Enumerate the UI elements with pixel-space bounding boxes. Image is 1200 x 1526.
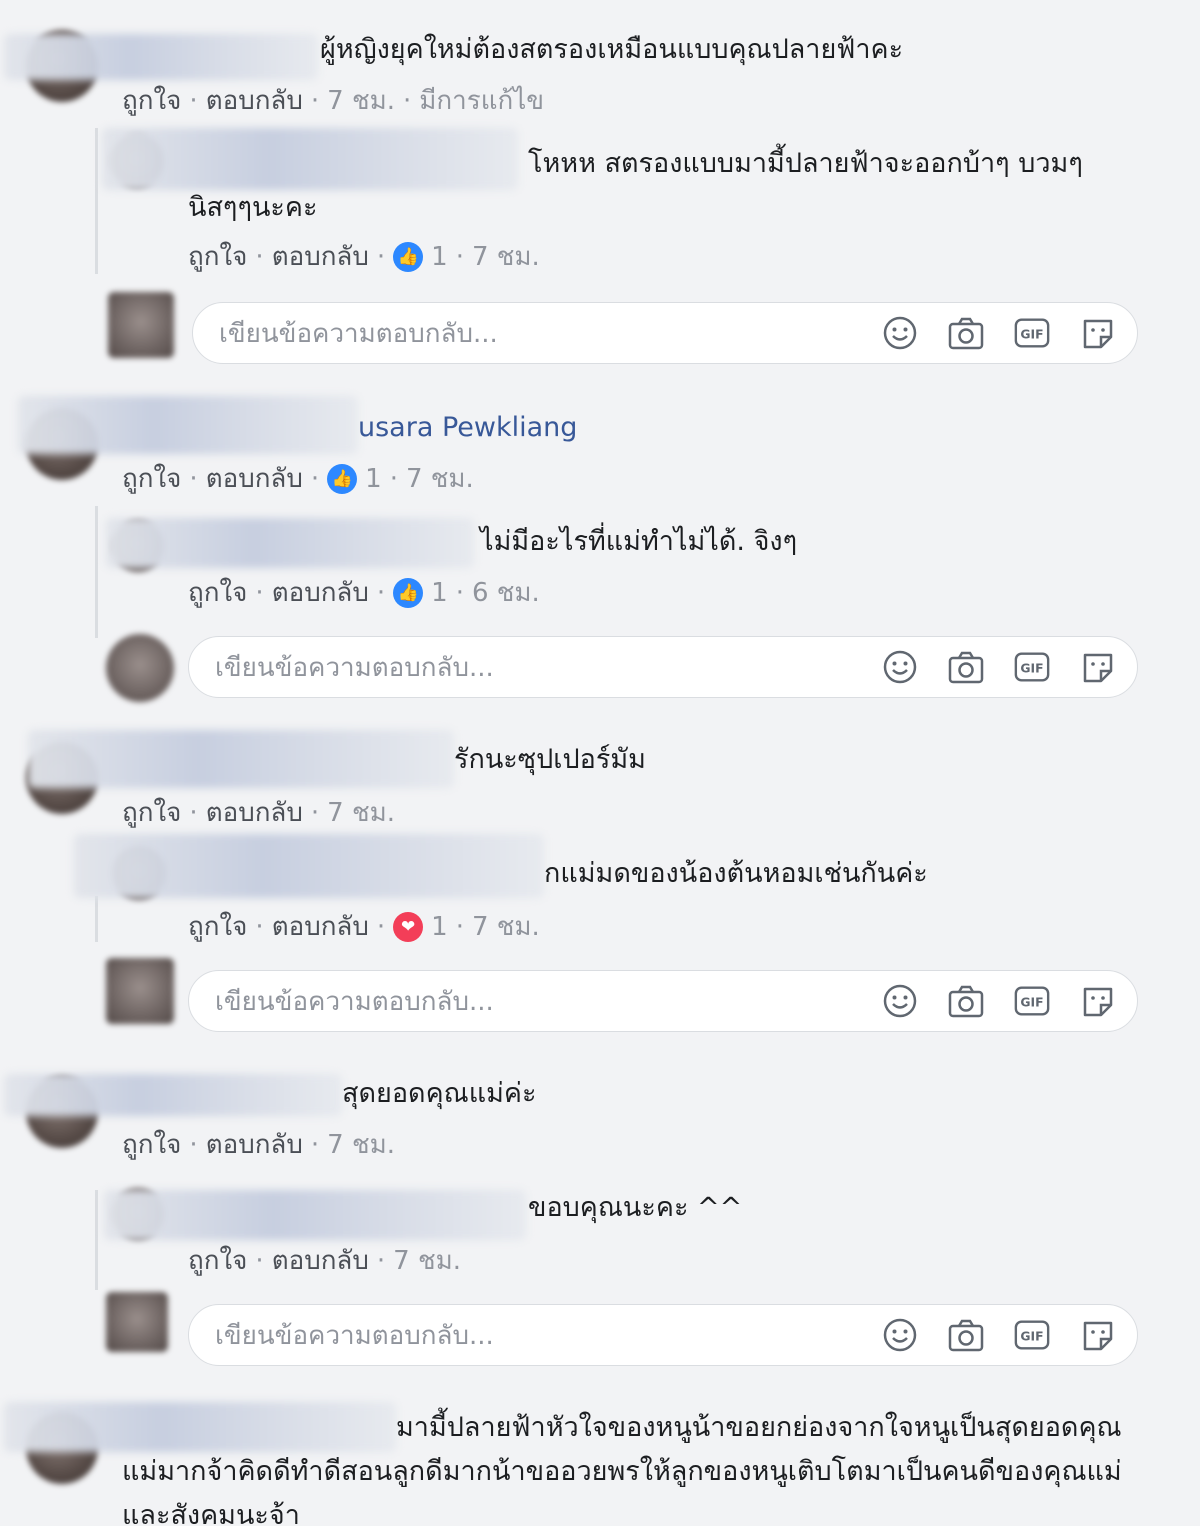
comment-text: สุดยอดคุณแม่ค่ะ — [342, 1078, 537, 1109]
comment-actions: ถูกใจ · ตอบกลับ · 👍 1 · 7 ชม. — [122, 458, 474, 499]
reply-placeholder: เขียนข้อความตอบกลับ... — [215, 652, 494, 683]
reply-link[interactable]: ตอบกลับ — [206, 792, 303, 833]
reply-placeholder: เขียนข้อความตอบกลับ... — [219, 318, 498, 349]
like-link[interactable]: ถูกใจ — [188, 1240, 247, 1281]
timestamp[interactable]: 7 ชม. — [472, 236, 540, 277]
like-link[interactable]: ถูกใจ — [122, 792, 181, 833]
sticker-icon[interactable] — [1079, 314, 1117, 352]
reply-link[interactable]: ตอบกลับ — [272, 236, 369, 277]
timestamp[interactable]: 7 ชม. — [472, 906, 540, 947]
like-link[interactable]: ถูกใจ — [188, 572, 247, 613]
author-name-redacted[interactable] — [104, 1190, 526, 1240]
comment-actions: ถูกใจ · ตอบกลับ · 7 ชม. · มีการแก้ไข — [122, 80, 544, 121]
comment-actions: ถูกใจ · ตอบกลับ · 👍 1 · 6 ชม. — [188, 572, 540, 613]
reply-input[interactable]: เขียนข้อความตอบกลับ... GIF — [192, 302, 1138, 364]
reply-link[interactable]: ตอบกลับ — [272, 1240, 369, 1281]
reply-placeholder: เขียนข้อความตอบกลับ... — [215, 986, 494, 1017]
current-user-avatar — [108, 292, 174, 358]
like-link[interactable]: ถูกใจ — [122, 458, 181, 499]
comment-text: usara Pewkliang — [358, 406, 577, 450]
author-name-redacted[interactable] — [4, 1074, 342, 1116]
thread-line — [95, 1190, 98, 1290]
author-name-redacted[interactable] — [74, 834, 544, 898]
comment-actions: ถูกใจ · ตอบกลับ · 7 ชม. — [122, 792, 395, 833]
like-reaction-icon[interactable]: 👍 — [393, 241, 424, 272]
thread-line — [95, 128, 98, 274]
emoji-icon[interactable] — [881, 648, 919, 686]
author-name-redacted[interactable] — [4, 34, 318, 80]
thread-line — [95, 896, 98, 942]
reaction-count[interactable]: 1 — [431, 242, 448, 272]
current-user-avatar — [106, 958, 174, 1024]
svg-text:GIF: GIF — [1020, 328, 1043, 342]
gif-icon[interactable]: GIF — [1013, 648, 1051, 686]
like-reaction-icon[interactable]: 👍 — [327, 463, 358, 494]
heart-reaction-icon[interactable]: ❤ — [393, 911, 424, 942]
emoji-icon[interactable] — [881, 1316, 919, 1354]
reply-link[interactable]: ตอบกลับ — [206, 458, 303, 499]
camera-icon[interactable] — [947, 1316, 985, 1354]
sticker-icon[interactable] — [1079, 648, 1117, 686]
svg-text:GIF: GIF — [1020, 1330, 1043, 1344]
reaction-count[interactable]: 1 — [365, 464, 382, 494]
sticker-icon[interactable] — [1079, 1316, 1117, 1354]
comment-actions: ถูกใจ · ตอบกลับ · 7 ชม. — [122, 1124, 395, 1165]
comment-actions: ถูกใจ · ตอบกลับ · 7 ชม. — [188, 1240, 461, 1281]
current-user-avatar — [106, 1292, 168, 1352]
comment-text: รักนะซุปเปอร์มัม — [454, 744, 646, 775]
edited-label[interactable]: มีการแก้ไข — [419, 80, 544, 121]
author-name-redacted[interactable] — [18, 396, 358, 454]
svg-text:GIF: GIF — [1020, 662, 1043, 676]
timestamp[interactable]: 7 ชม. — [406, 458, 474, 499]
gif-icon[interactable]: GIF — [1013, 314, 1051, 352]
author-name-redacted[interactable] — [28, 730, 454, 788]
timestamp[interactable]: 7 ชม. — [393, 1240, 461, 1281]
reply-link[interactable]: ตอบกลับ — [206, 1124, 303, 1165]
timestamp[interactable]: 6 ชม. — [472, 572, 540, 613]
like-link[interactable]: ถูกใจ — [188, 236, 247, 277]
reply-link[interactable]: ตอบกลับ — [206, 80, 303, 121]
comment-text: กแม่มดของน้องต้นหอมเช่นกันค่ะ — [544, 858, 928, 889]
comment-actions: ถูกใจ · ตอบกลับ · 👍 1 · 7 ชม. — [188, 236, 540, 277]
emoji-icon[interactable] — [881, 982, 919, 1020]
tagged-user-link[interactable]: usara Pewkliang — [358, 412, 577, 443]
like-link[interactable]: ถูกใจ — [122, 1124, 181, 1165]
camera-icon[interactable] — [947, 314, 985, 352]
sticker-icon[interactable] — [1079, 982, 1117, 1020]
comment-text: มามี้ปลายฟ้าหัวใจของหนูน้าขอยกย่องจากใจห… — [122, 1412, 1122, 1526]
comment-text: โหหห สตรองแบบมามี้ปลายฟ้าจะออกบ้าๆ บวมๆน… — [188, 148, 1083, 223]
camera-icon[interactable] — [947, 982, 985, 1020]
current-user-avatar — [106, 634, 174, 702]
reaction-count[interactable]: 1 — [431, 578, 448, 608]
timestamp[interactable]: 7 ชม. — [327, 792, 395, 833]
comment-text: ไม่มีอะไรที่แม่ทำไม่ได้. จิงๆ — [480, 526, 798, 557]
reply-link[interactable]: ตอบกลับ — [272, 572, 369, 613]
gif-icon[interactable]: GIF — [1013, 982, 1051, 1020]
camera-icon[interactable] — [947, 648, 985, 686]
reply-placeholder: เขียนข้อความตอบกลับ... — [215, 1320, 494, 1351]
author-name-redacted[interactable] — [106, 518, 474, 568]
timestamp[interactable]: 7 ชม. — [327, 80, 395, 121]
gif-icon[interactable]: GIF — [1013, 1316, 1051, 1354]
comment-text: ขอบคุณนะคะ ^^ — [528, 1192, 743, 1223]
reply-link[interactable]: ตอบกลับ — [272, 906, 369, 947]
reply-input[interactable]: เขียนข้อความตอบกลับ... GIF — [188, 970, 1138, 1032]
reply-input[interactable]: เขียนข้อความตอบกลับ... GIF — [188, 636, 1138, 698]
reaction-count[interactable]: 1 — [431, 912, 448, 942]
timestamp[interactable]: 7 ชม. — [327, 1124, 395, 1165]
svg-text:GIF: GIF — [1020, 996, 1043, 1010]
like-reaction-icon[interactable]: 👍 — [393, 577, 424, 608]
thread-line — [95, 506, 98, 638]
reply-input[interactable]: เขียนข้อความตอบกลับ... GIF — [188, 1304, 1138, 1366]
emoji-icon[interactable] — [881, 314, 919, 352]
comment-actions: ถูกใจ · ตอบกลับ · ❤ 1 · 7 ชม. — [188, 906, 540, 947]
like-link[interactable]: ถูกใจ — [122, 80, 181, 121]
comment-text: ผู้หญิงยุคใหม่ต้องสตรองเหมือนแบบคุณปลายฟ… — [320, 34, 904, 65]
like-link[interactable]: ถูกใจ — [188, 906, 247, 947]
